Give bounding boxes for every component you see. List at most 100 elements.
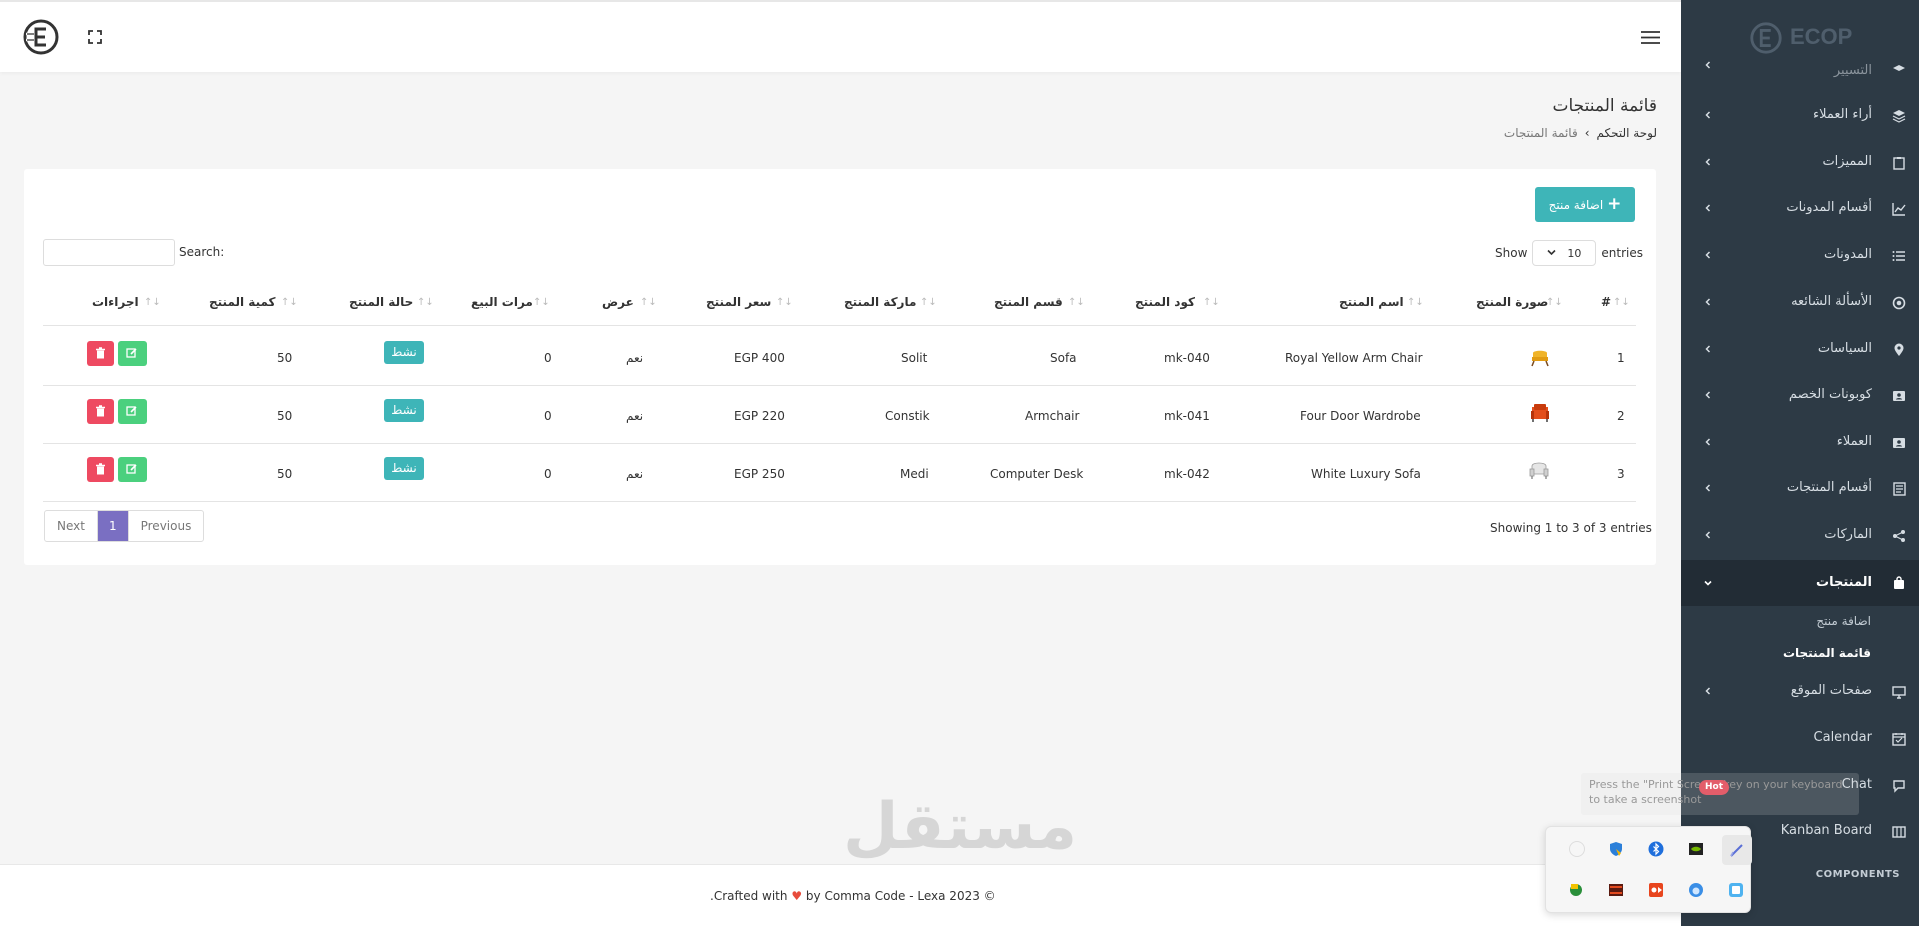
heart-icon: ♥ — [791, 889, 803, 903]
entries-label: entries — [1601, 246, 1643, 260]
chat-icon — [1893, 780, 1905, 793]
sidebar-item-customers[interactable]: العملاء — [1681, 424, 1919, 462]
shield-icon[interactable] — [1608, 841, 1624, 857]
sidebar-item-management[interactable]: التسيير — [1681, 53, 1919, 78]
col-header-label: صورة المنتج — [1476, 295, 1549, 309]
sidebar-item-brands[interactable]: الماركات — [1681, 517, 1919, 555]
system-tray-popup — [1545, 826, 1752, 913]
sidebar-item-label: المنتجات — [1816, 575, 1872, 590]
sidebar-sub-product-list[interactable]: قائمة المنتجات — [1783, 646, 1871, 660]
col-header-actions[interactable]: اجراءات ↑↓ — [92, 295, 161, 309]
chevron-left-icon — [1705, 61, 1711, 69]
pagination-page-1[interactable]: 1 — [96, 511, 128, 541]
footer-text-after: by Comma Code - Lexa 2023 © — [805, 889, 996, 903]
search-input[interactable] — [43, 239, 175, 266]
sidebar-item-faq[interactable]: الأسألة الشائعه — [1681, 284, 1919, 322]
product-thumbnail — [1529, 462, 1549, 479]
cell-category: Sofa — [1050, 351, 1077, 365]
cell-offer: نعم — [626, 467, 644, 481]
col-header-label: كود المنتج — [1135, 295, 1195, 309]
add-product-label: اضافة منتج — [1548, 197, 1604, 212]
monitor-icon — [1892, 686, 1906, 699]
col-header-num[interactable]: # ↑↓ — [1601, 295, 1630, 309]
bag-icon — [1894, 576, 1904, 589]
products-card: + اضافة منتج Show 10 entries Search: # ↑↓… — [24, 169, 1656, 565]
sidebar-item-testimonials[interactable]: أراء العملاء — [1681, 97, 1919, 135]
blank-app-icon[interactable] — [1569, 841, 1585, 857]
sidebar-item-product-categories[interactable]: أقسام المنتجات — [1681, 470, 1919, 508]
pagination: Next 1 Previous — [44, 510, 205, 542]
pagination-next[interactable]: Next — [45, 511, 97, 541]
delete-button[interactable] — [87, 399, 114, 424]
network-globe-icon[interactable] — [1568, 882, 1584, 898]
col-header-sales[interactable]: مرات البيع ↑↓ — [471, 295, 550, 309]
sidebar-sub-add-product[interactable]: اضافة منتج — [1816, 614, 1871, 628]
page-size-select[interactable]: 10 — [1532, 240, 1597, 266]
chevron-left-icon — [1705, 251, 1711, 259]
sidebar-item-label: الماركات — [1824, 527, 1872, 542]
media-app-icon[interactable] — [1608, 882, 1624, 898]
col-header-price[interactable]: سعر المنتج ↑↓ — [706, 295, 793, 309]
pen-tool-icon[interactable] — [1722, 835, 1752, 865]
sidebar-item-blog-categories[interactable]: أقسام المدونات — [1681, 190, 1919, 228]
chevron-left-icon — [1705, 345, 1711, 353]
row-divider — [43, 443, 1636, 444]
chevron-left-icon — [1705, 484, 1711, 492]
cell-brand: Medi — [900, 467, 929, 481]
sort-icon: ↑↓ — [1407, 297, 1424, 308]
sidebar-section-components: COMPONENTS — [1815, 869, 1900, 880]
cell-price: EGP 250 — [734, 467, 785, 481]
map-pin-icon — [1894, 343, 1904, 356]
layers-icon — [1893, 65, 1905, 71]
cell-num: 2 — [1617, 409, 1625, 423]
breadcrumb-home[interactable]: لوحة التحكم — [1597, 126, 1658, 140]
col-header-brand[interactable]: ماركة المنتج ↑↓ — [844, 295, 937, 309]
bluetooth-icon[interactable] — [1648, 841, 1664, 857]
sidebar-item-features[interactable]: المميزات — [1681, 144, 1919, 182]
clipboard-icon — [1893, 157, 1905, 170]
cell-category: Computer Desk — [990, 467, 1084, 481]
sidebar-item-label: أقسام المنتجات — [1786, 480, 1872, 495]
status-badge: نشط — [384, 457, 424, 480]
col-header-code[interactable]: كود المنتج ↑↓ — [1135, 295, 1220, 309]
edit-button[interactable] — [118, 457, 147, 482]
expand-icon[interactable] — [88, 30, 102, 44]
sort-icon: ↑↓ — [144, 297, 161, 308]
sort-icon: ↑↓ — [1203, 297, 1220, 308]
sidebar-item-calendar[interactable]: Calendar — [1681, 720, 1919, 758]
sidebar-item-site-pages[interactable]: صفحات الموقع — [1681, 673, 1919, 711]
pagination-previous[interactable]: Previous — [127, 511, 204, 541]
col-header-category[interactable]: قسم المنتج ↑↓ — [994, 295, 1085, 309]
recorder-icon[interactable] — [1648, 882, 1664, 898]
col-header-status[interactable]: حالة المنتج ↑↓ — [349, 295, 434, 309]
col-header-image[interactable]: صورة المنتج ↑↓ — [1476, 295, 1563, 309]
col-header-offer[interactable]: عرض ↑↓ — [602, 295, 657, 309]
sidebar-item-policies[interactable]: السياسات — [1681, 331, 1919, 369]
hamburger-icon[interactable] — [1641, 30, 1660, 45]
id-card-icon — [1893, 391, 1905, 401]
nvidia-icon[interactable] — [1688, 841, 1704, 857]
table-header-divider — [43, 325, 1636, 326]
delete-button[interactable] — [87, 341, 114, 366]
browser-icon[interactable] — [1688, 882, 1704, 898]
delete-button[interactable] — [87, 457, 114, 482]
hot-badge: Hot — [1699, 780, 1729, 795]
sidebar-item-blogs[interactable]: المدونات — [1681, 237, 1919, 275]
chevron-down-icon — [1704, 580, 1712, 586]
sort-icon: ↑↓ — [1613, 297, 1630, 308]
col-header-qty[interactable]: كمية المنتج ↑↓ — [209, 295, 298, 309]
sidebar-item-products[interactable]: المنتجات — [1681, 560, 1919, 606]
edit-button[interactable] — [118, 341, 147, 366]
col-header-name[interactable]: اسم المنتج ↑↓ — [1339, 295, 1424, 309]
add-product-button[interactable]: + اضافة منتج — [1535, 187, 1635, 222]
sidebar-item-coupons[interactable]: كوبونات الخصم — [1681, 377, 1919, 415]
top-bar — [0, 0, 1681, 72]
sort-icon: ↑↓ — [640, 297, 657, 308]
window-app-icon[interactable] — [1728, 882, 1744, 898]
cell-offer: نعم — [626, 351, 644, 365]
layers-icon — [1892, 110, 1906, 123]
cell-price: EGP 220 — [734, 409, 785, 423]
ecop-logo-icon[interactable] — [22, 18, 60, 56]
table-info: Showing 1 to 3 of 3 entries — [1490, 521, 1652, 535]
edit-button[interactable] — [118, 399, 147, 424]
